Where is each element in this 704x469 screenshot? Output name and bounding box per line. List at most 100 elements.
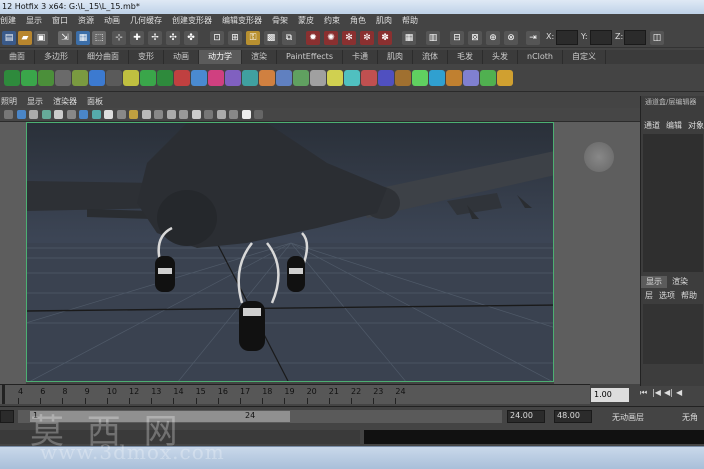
shelf-tool-icon-6[interactable] <box>106 70 122 86</box>
panel-tool-icon-1[interactable] <box>16 110 26 119</box>
snap-curve-icon[interactable]: ✚ <box>130 31 144 45</box>
menu-item-5[interactable]: 几何缓存 <box>130 14 162 28</box>
layer-menu-1[interactable]: 选项 <box>659 290 675 302</box>
menu-item-12[interactable]: 肌肉 <box>376 14 392 28</box>
transform-icon-2[interactable]: ⊠ <box>468 31 482 45</box>
x-field[interactable] <box>556 30 578 45</box>
step-back-key-icon[interactable]: |◀ <box>652 388 662 402</box>
panel-tool-icon-18[interactable] <box>229 110 238 119</box>
menu-item-11[interactable]: 角色 <box>350 14 366 28</box>
panel-tool-icon-9[interactable] <box>116 110 126 119</box>
transform-icon-1[interactable]: ⊟ <box>450 31 464 45</box>
panel-menu-1[interactable]: 显示 <box>27 96 43 108</box>
layer-menu-0[interactable]: 层 <box>645 290 653 302</box>
shelf-tab-4[interactable]: 动画 <box>164 50 199 64</box>
shelf-tab-11[interactable]: 毛发 <box>448 50 483 64</box>
menu-item-13[interactable]: 帮助 <box>402 14 418 28</box>
shelf-tab-6[interactable]: 渲染 <box>242 50 277 64</box>
timeline-current-frame-marker[interactable] <box>2 385 5 404</box>
anim-layer-label[interactable]: 无动画层 <box>612 412 644 423</box>
panel-tool-icon-6[interactable] <box>79 110 88 119</box>
shelf-tool-icon-16[interactable] <box>276 70 292 86</box>
field-type-icon[interactable]: ⇥ <box>526 31 540 45</box>
channel-menu-0[interactable]: 通道 <box>644 120 660 132</box>
go-to-start-icon[interactable]: ⏮ <box>640 388 650 402</box>
shelf-tool-icon-22[interactable] <box>378 70 394 86</box>
shelf-tool-icon-1[interactable] <box>21 70 37 86</box>
ipr-render-icon[interactable]: ▩ <box>264 31 278 45</box>
xgen-icon-2[interactable]: ✺ <box>324 31 338 45</box>
channel-menu-2[interactable]: 对象 <box>688 120 704 132</box>
shelf-tab-1[interactable]: 多边形 <box>35 50 78 64</box>
shelf-tool-icon-4[interactable] <box>72 70 88 86</box>
shelf-tool-icon-17[interactable] <box>293 70 309 86</box>
construction-history-icon[interactable]: ⊡ <box>210 31 224 45</box>
panel-tool-icon-11[interactable] <box>141 110 151 119</box>
grid-toggle-icon[interactable]: ▦ <box>402 31 416 45</box>
shelf-tool-icon-24[interactable] <box>412 70 428 86</box>
snap-surface-icon[interactable]: ✤ <box>184 31 198 45</box>
shelf-tool-icon-10[interactable] <box>174 70 190 86</box>
select-hierarchy-icon[interactable]: ⇲ <box>58 31 72 45</box>
shelf-tab-14[interactable]: 自定义 <box>563 50 606 64</box>
snap-point-icon[interactable]: ✢ <box>148 31 162 45</box>
shelf-tool-icon-14[interactable] <box>242 70 258 86</box>
shelf-tool-icon-18[interactable] <box>310 70 326 86</box>
menu-item-10[interactable]: 约束 <box>324 14 340 28</box>
channel-list[interactable] <box>643 134 703 272</box>
y-field[interactable] <box>590 30 612 45</box>
shelf-tab-13[interactable]: nCloth <box>518 50 563 64</box>
snap-grid-icon[interactable]: ⊹ <box>112 31 126 45</box>
menu-item-4[interactable]: 动画 <box>104 14 120 28</box>
shelf-tool-icon-8[interactable] <box>140 70 156 86</box>
panel-tool-icon-10[interactable] <box>129 110 138 119</box>
shelf-tab-5[interactable]: 动力学 <box>199 50 242 64</box>
xgen-icon-1[interactable]: ✹ <box>306 31 320 45</box>
save-scene-icon[interactable]: ▣ <box>34 31 48 45</box>
menu-item-0[interactable]: 创建 <box>0 14 16 28</box>
panel-menu-3[interactable]: 面板 <box>87 96 103 108</box>
render-settings-icon[interactable]: ⧉ <box>282 31 296 45</box>
layer-tab-0[interactable]: 显示 <box>641 276 667 288</box>
shelf-tool-icon-0[interactable] <box>4 70 20 86</box>
menu-item-2[interactable]: 窗口 <box>52 14 68 28</box>
shelf-tool-icon-20[interactable] <box>344 70 360 86</box>
shelf-tool-icon-13[interactable] <box>225 70 241 86</box>
play-back-icon[interactable]: ◀ <box>676 388 686 402</box>
channel-menu-1[interactable]: 编辑 <box>666 120 682 132</box>
panel-tool-icon-5[interactable] <box>66 110 76 119</box>
menu-item-8[interactable]: 骨架 <box>272 14 288 28</box>
menu-item-3[interactable]: 资源 <box>78 14 94 28</box>
panel-tool-icon-13[interactable] <box>166 110 176 119</box>
panel-tool-icon-2[interactable] <box>29 110 38 119</box>
menu-item-7[interactable]: 编辑变形器 <box>222 14 262 28</box>
shelf-tool-icon-9[interactable] <box>157 70 173 86</box>
panel-tool-icon-7[interactable] <box>91 110 101 119</box>
panel-tool-icon-14[interactable] <box>179 110 188 119</box>
shelf-tool-icon-11[interactable] <box>191 70 207 86</box>
menu-item-6[interactable]: 创建变形器 <box>172 14 212 28</box>
select-object-icon[interactable]: ▦ <box>76 31 90 45</box>
shelf-tool-icon-19[interactable] <box>327 70 343 86</box>
xgen-icon-5[interactable]: ✽ <box>378 31 392 45</box>
layer-tab-1[interactable]: 渲染 <box>667 276 693 288</box>
panel-tool-icon-0[interactable] <box>4 110 13 119</box>
shelf-tool-icon-25[interactable] <box>429 70 445 86</box>
new-scene-icon[interactable]: ▤ <box>2 31 16 45</box>
shelf-tool-icon-27[interactable] <box>463 70 479 86</box>
shelf-tool-icon-2[interactable] <box>38 70 54 86</box>
character-set-label[interactable]: 无角 <box>682 412 698 423</box>
step-back-icon[interactable]: ◀| <box>664 388 674 402</box>
shelf-tab-2[interactable]: 细分曲面 <box>78 50 129 64</box>
transform-icon-4[interactable]: ⊗ <box>504 31 518 45</box>
layer-menu-2[interactable]: 帮助 <box>681 290 697 302</box>
anim-end-field[interactable]: 48.00 <box>554 410 592 423</box>
current-frame-field[interactable]: 1.00 <box>591 388 629 402</box>
shelf-tool-icon-7[interactable] <box>123 70 139 86</box>
select-component-icon[interactable]: ⬚ <box>92 31 106 45</box>
snap-plane-icon[interactable]: ✣ <box>166 31 180 45</box>
shelf-tab-8[interactable]: 卡通 <box>343 50 378 64</box>
shelf-tab-0[interactable]: 曲面 <box>0 50 35 64</box>
shelf-tool-icon-26[interactable] <box>446 70 462 86</box>
panel-tool-icon-3[interactable] <box>41 110 51 119</box>
